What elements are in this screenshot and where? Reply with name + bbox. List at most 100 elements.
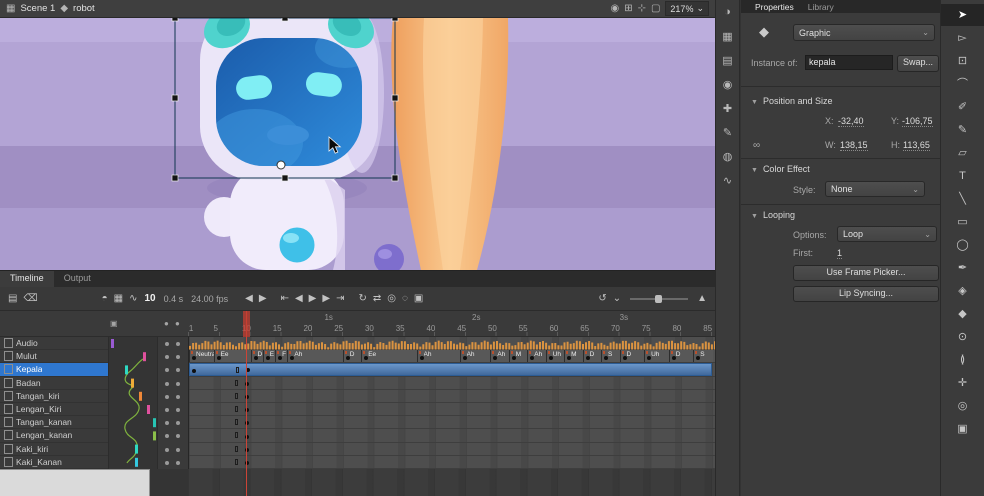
clip-content-icon[interactable]: ▢: [651, 1, 660, 17]
subselection-tool[interactable]: ▻: [941, 27, 984, 49]
use-frame-picker-button[interactable]: Use Frame Picker...: [793, 265, 939, 281]
parent-column-icon[interactable]: ▣: [110, 319, 118, 328]
layer-row-kaki_kiri[interactable]: Kaki_kiri: [0, 443, 108, 456]
onion-skin-outline-icon[interactable]: ◌: [402, 293, 408, 304]
visibility-dot[interactable]: [165, 355, 169, 359]
loop-playback-icon[interactable]: ↻: [358, 293, 366, 304]
free-transform-tool[interactable]: ⊡: [941, 50, 984, 72]
frame-row-tangan_kiri[interactable]: [189, 390, 715, 403]
hand-tool[interactable]: ✛: [941, 372, 984, 394]
text-tool[interactable]: T: [941, 165, 984, 187]
layer-row-tangan_kiri[interactable]: Tangan_kiri: [0, 390, 108, 403]
playhead-marker[interactable]: [243, 311, 250, 337]
tab-properties[interactable]: Properties: [755, 2, 794, 12]
layer-row-mulut[interactable]: Mulut: [0, 350, 108, 363]
current-frame-counter[interactable]: 10: [144, 293, 155, 304]
lock-dot[interactable]: [176, 355, 180, 359]
frame-row-kepala[interactable]: [189, 363, 715, 376]
fit-timeline-icon[interactable]: ▲: [697, 293, 707, 304]
play-icon[interactable]: ▶: [309, 293, 317, 304]
visibility-dot[interactable]: [165, 368, 169, 372]
section-color-effect[interactable]: ▼Color Effect: [751, 164, 810, 174]
mouth-keyframe[interactable]: Ah: [287, 350, 343, 362]
breadcrumb-scene[interactable]: Scene 1: [20, 3, 55, 14]
step-back-icon[interactable]: ◀: [245, 293, 253, 304]
onion-skin-marker-icon[interactable]: ◓: [102, 293, 108, 304]
go-first-frame-icon[interactable]: ⇤: [281, 293, 289, 304]
step-forward-icon[interactable]: ▶: [259, 293, 267, 304]
frame-row-kaki_kanan[interactable]: [189, 456, 715, 469]
pencil-tool[interactable]: ✎: [941, 119, 984, 141]
h-value[interactable]: 113,65: [903, 140, 930, 151]
timeline-zoom-slider[interactable]: [630, 298, 688, 300]
lock-dot[interactable]: [176, 434, 180, 438]
frame-row-audio[interactable]: [189, 337, 715, 350]
layer-row-audio[interactable]: Audio: [0, 337, 108, 350]
next-frame-icon[interactable]: ▶: [322, 293, 330, 304]
color-panel-icon[interactable]: ◑: [716, 6, 739, 18]
tab-library[interactable]: Library: [808, 2, 834, 12]
show-hide-column-icon[interactable]: ●: [164, 319, 169, 328]
visibility-dot[interactable]: [165, 382, 169, 386]
graph-editor-icon[interactable]: ∿: [129, 293, 137, 304]
mouth-keyframe[interactable]: D: [620, 350, 646, 362]
frames-grid[interactable]: NeutralEeDEFAhDEeAhAhAhMAhUhMDSDUhDS: [188, 337, 715, 469]
mouth-keyframe[interactable]: Ah: [460, 350, 492, 362]
guides-icon[interactable]: ⊞: [624, 1, 632, 17]
symbol-type-dropdown[interactable]: Graphic ⌄: [793, 24, 935, 41]
mouth-keyframe[interactable]: M: [564, 350, 583, 362]
layer-row-lengan_kanan[interactable]: Lengan_kanan: [0, 429, 108, 442]
width-tool[interactable]: ≬: [941, 349, 984, 371]
eraser-tool[interactable]: ▱: [941, 142, 984, 164]
web-panel-icon[interactable]: ◍: [716, 150, 739, 163]
oval-tool[interactable]: ◯: [941, 234, 984, 256]
mouth-keyframe[interactable]: E: [263, 350, 276, 362]
lock-dot[interactable]: [176, 461, 180, 465]
frame-row-mulut[interactable]: NeutralEeDEFAhDEeAhAhAhMAhUhMDSDUhDS: [189, 350, 715, 363]
visibility-dot[interactable]: [165, 461, 169, 465]
mouth-keyframe[interactable]: Neutral: [189, 350, 215, 362]
transform-point[interactable]: [277, 161, 285, 169]
undo-icon[interactable]: ↺: [598, 293, 606, 304]
breadcrumb-symbol[interactable]: robot: [73, 3, 95, 14]
camera-icon[interactable]: ◉: [610, 1, 619, 17]
mouth-keyframe[interactable]: Ah: [417, 350, 461, 362]
lock-dot[interactable]: [176, 342, 180, 346]
lock-dot[interactable]: [176, 421, 180, 425]
brush-panel-icon[interactable]: ✎: [716, 126, 739, 139]
ink-bottle-tool[interactable]: ◆: [941, 303, 984, 325]
visibility-dot[interactable]: [165, 408, 169, 412]
stage-canvas[interactable]: [0, 18, 715, 270]
frame-row-badan[interactable]: [189, 377, 715, 390]
delete-layer-icon[interactable]: ⌫: [23, 293, 37, 304]
mouth-keyframe[interactable]: Uh: [644, 350, 670, 362]
mouth-keyframe[interactable]: M: [509, 350, 528, 362]
brush-tool[interactable]: ✐: [941, 96, 984, 118]
selection-tool[interactable]: ➤: [941, 4, 984, 26]
frame-row-kaki_kiri[interactable]: [189, 443, 715, 456]
layer-row-badan[interactable]: Badan: [0, 377, 108, 390]
line-tool[interactable]: ╲: [941, 188, 984, 210]
slider-thumb[interactable]: [655, 295, 662, 303]
visibility-dot[interactable]: [165, 395, 169, 399]
rectangle-tool[interactable]: ▭: [941, 211, 984, 233]
lasso-tool[interactable]: ⌒: [941, 73, 984, 95]
visibility-dot[interactable]: [165, 421, 169, 425]
transform-panel-icon[interactable]: ✚: [716, 102, 739, 115]
visibility-dot[interactable]: [165, 434, 169, 438]
mouth-keyframe[interactable]: Ah: [490, 350, 509, 362]
paint-bucket-tool[interactable]: ◈: [941, 280, 984, 302]
selected-frame-span[interactable]: [189, 363, 712, 375]
layer-row-lengan_kiri[interactable]: Lengan_Kiri: [0, 403, 108, 416]
section-looping[interactable]: ▼Looping: [751, 210, 795, 220]
frame-rate[interactable]: 24.00 fps: [191, 294, 228, 304]
camera-tool[interactable]: ▣: [941, 418, 984, 440]
timeline-menu-icon[interactable]: ▤: [8, 293, 17, 304]
lock-dot[interactable]: [176, 448, 180, 452]
frame-row-tangan_kanan[interactable]: [189, 416, 715, 429]
first-frame-value[interactable]: 1: [837, 248, 842, 259]
edit-multiple-frames-icon[interactable]: ▣: [414, 293, 423, 304]
mouth-keyframe[interactable]: F: [275, 350, 288, 362]
visibility-dot[interactable]: [165, 342, 169, 346]
align-panel-icon[interactable]: ▤: [716, 54, 739, 67]
